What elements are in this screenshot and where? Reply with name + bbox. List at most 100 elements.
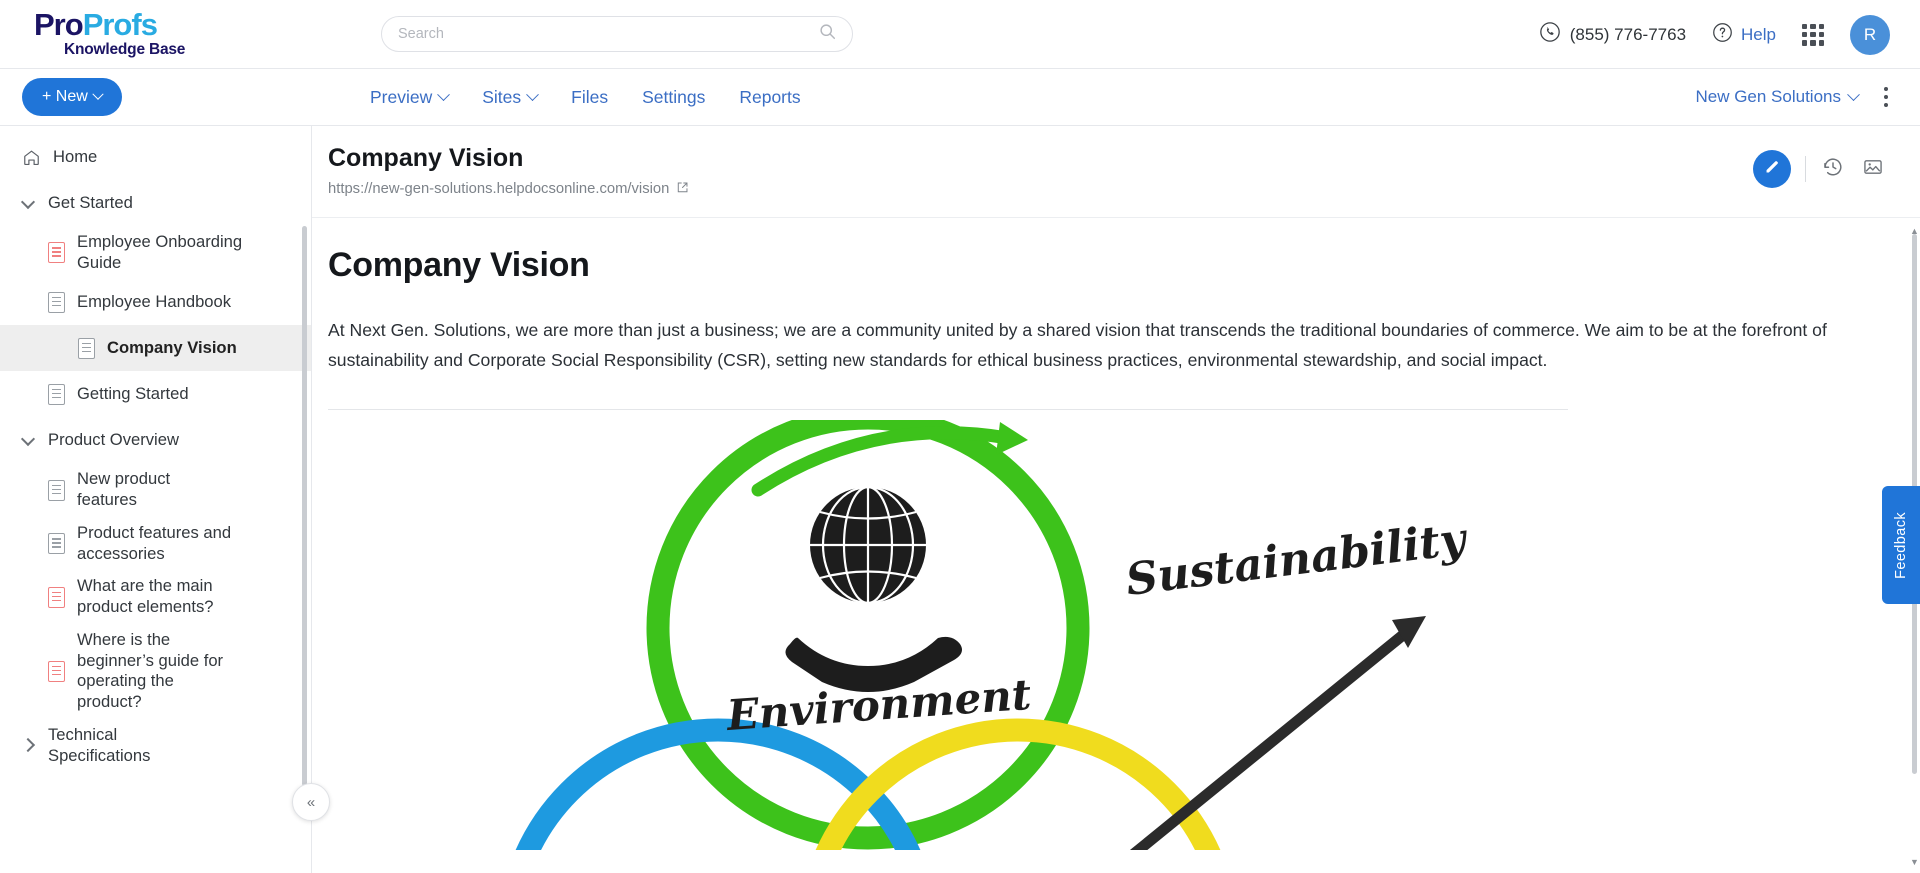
logo-text-pro: Pro [34,6,84,42]
sidebar-collapse-button[interactable]: « [292,783,330,821]
phone-number: (855) 776-7763 [1569,24,1687,44]
document-icon [48,533,65,555]
top-bar-right: (855) 776-7763 Help R [1539,0,1890,69]
sidebar-item-label: New product features [77,469,171,510]
sustainability-diagram: Environment Sustainability [506,406,1472,873]
page-title: Company Vision [328,144,524,172]
document-icon [48,586,65,608]
sidebar-item-employee-onboarding-guide[interactable]: Employee Onboarding Guide [0,226,311,279]
new-button[interactable]: + New [22,78,122,116]
sidebar-item-label: Home [53,146,98,166]
main-navbar: + New Preview Sites Files Settings Repor… [0,69,1920,126]
sidebar-item-get-started[interactable]: Get Started [0,180,311,226]
document-url-text: https://new-gen-solutions.helpdocsonline… [328,181,670,198]
document-icon [48,383,65,405]
sidebar-item-technical-specifications[interactable]: Technical Specifications [0,719,311,772]
history-button[interactable] [1820,156,1846,182]
sidebar-item-label: What are the main product elements? [77,576,214,617]
app-logo[interactable]: ProProfs Knowledge Base [0,6,300,60]
logo-subtitle: Knowledge Base [64,41,186,59]
new-button-label: + New [42,88,88,105]
sidebar-item-employee-handbook[interactable]: Employee Handbook [0,279,311,325]
scroll-down-arrow[interactable]: ▼ [1909,857,1920,867]
sidebar: Home Get Started Employee Onboarding Gui… [0,126,312,873]
nav-items: Preview Sites Files Settings Reports [370,87,801,108]
document-url[interactable]: https://new-gen-solutions.helpdocsonline… [328,181,1880,198]
search-input[interactable] [398,26,819,42]
sidebar-item-label: Employee Onboarding Guide [77,232,243,272]
sidebar-item-what-are-the-main-product-elements[interactable]: What are the main product elements? [0,570,311,623]
kebab-menu-icon[interactable] [1878,83,1894,111]
main-content: Company Vision https://new-gen-solutions… [312,126,1920,873]
chevron-down-icon [1847,87,1860,101]
scroll-up-arrow[interactable]: ▲ [1909,226,1920,236]
document-heading: Company Vision [328,246,590,284]
chevron-right-icon[interactable] [22,739,36,753]
document-header: Company Vision https://new-gen-solutions… [312,126,1920,218]
divider [1805,156,1806,182]
sidebar-item-product-overview[interactable]: Product Overview [0,417,311,463]
document-icon [48,479,65,501]
nav-item-reports[interactable]: Reports [739,87,800,108]
phone-icon [1539,21,1561,48]
nav-item-preview[interactable]: Preview [370,86,451,108]
sidebar-item-company-vision[interactable]: Company Vision [0,325,311,372]
sidebar-item-label: Product features and accessories [77,522,232,563]
logo-wordmark: ProProfs [34,6,300,42]
external-link-icon[interactable] [676,181,689,198]
pencil-icon [1764,158,1781,180]
image-button[interactable] [1860,156,1886,182]
feedback-tab[interactable]: Feedback [1882,486,1920,604]
feedback-label: Feedback [1893,511,1909,579]
sustainability-label: Sustainability [1123,513,1471,606]
nav-item-settings[interactable]: Settings [642,87,705,108]
home-icon [22,148,41,167]
nav-label-preview: Preview [370,86,433,107]
sidebar-item-label: Technical Specifications [48,724,151,765]
image-icon [1862,156,1884,183]
sidebar-item-product-features-and-accessories[interactable]: Product features and accessories [0,517,311,570]
edit-button[interactable] [1753,150,1791,188]
search-icon[interactable] [819,23,836,45]
history-clock-icon [1822,156,1844,183]
avatar[interactable]: R [1850,14,1890,55]
nav-item-files[interactable]: Files [571,87,608,108]
help-label: Help [1741,24,1776,44]
chevron-down-icon [437,87,451,101]
globe-icon [810,485,926,604]
top-bar: ProProfs Knowledge Base (855) 776-7763 H… [0,0,1920,69]
document-icon [48,242,65,264]
sidebar-item-getting-started[interactable]: Getting Started [0,371,311,417]
sidebar-item-new-product-features[interactable]: New product features [0,463,311,516]
logo-text-profs: Profs [82,6,158,42]
sidebar-scrollbar[interactable] [302,226,307,786]
sidebar-item-beginners-guide[interactable]: Where is the beginner’s guide for operat… [0,624,311,719]
divider [328,408,1568,410]
grid-apps-icon[interactable] [1802,23,1824,46]
navbar-right: New Gen Solutions [1695,83,1894,111]
phone-contact[interactable]: (855) 776-7763 [1539,21,1686,48]
document-icon [48,291,65,313]
sidebar-item-label: Getting Started [77,384,189,404]
document-icon [78,337,95,359]
help-link[interactable]: Help [1712,22,1776,48]
document-paragraph: At Next Gen. Solutions, we are more than… [328,320,1827,371]
nav-item-sites[interactable]: Sites [482,86,540,108]
document-icon [48,660,65,682]
sidebar-item-label: Get Started [48,192,133,212]
sidebar-item-label: Employee Handbook [77,292,232,312]
search-box[interactable] [381,16,853,52]
document-body: Company Vision At Next Gen. Solutions, w… [312,218,1920,873]
sidebar-item-home[interactable]: Home [0,134,311,180]
sidebar-item-label: Company Vision [107,338,237,358]
question-circle-icon [1712,22,1733,48]
chevron-down-icon [526,87,540,101]
sidebar-item-label: Product Overview [48,430,179,450]
site-selector[interactable]: New Gen Solutions [1695,87,1860,107]
nav-label-sites: Sites [482,86,522,107]
chevron-down-icon [92,88,104,100]
site-selector-label: New Gen Solutions [1695,87,1841,106]
body-wrapper: Home Get Started Employee Onboarding Gui… [0,126,1920,873]
chevron-down-icon[interactable] [22,196,36,210]
chevron-down-icon[interactable] [22,433,36,447]
